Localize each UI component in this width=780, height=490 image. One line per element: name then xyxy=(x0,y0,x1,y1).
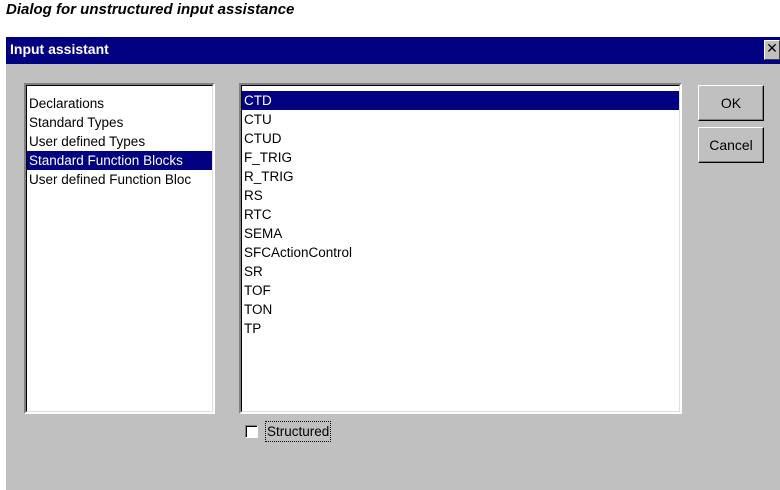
function-block-list-item[interactable]: F_TRIG xyxy=(242,148,679,167)
dialog-title: Input assistant xyxy=(10,41,109,57)
category-list-item[interactable]: User defined Types xyxy=(27,132,212,151)
function-block-list-item[interactable]: SR xyxy=(242,262,679,281)
function-block-list-item[interactable]: CTD xyxy=(242,91,679,110)
function-block-list-item[interactable]: TP xyxy=(242,319,679,338)
function-block-list-inner: CTD CTU CTUD F_TRIG R_TRIG RS RTC SEMA SFCAction… xyxy=(241,85,680,412)
structured-label[interactable]: Structured xyxy=(264,421,332,442)
category-list-inner: Declarations Standard Types User defined T… xyxy=(26,85,213,412)
title-bar: Input assistant ✕ xyxy=(6,37,780,64)
close-icon[interactable]: ✕ xyxy=(764,40,780,60)
input-assistant-dialog: Input assistant ✕ Declarations Standard T… xyxy=(6,37,780,490)
function-block-list-item[interactable]: R_TRIG xyxy=(242,167,679,186)
ok-button[interactable]: OK xyxy=(698,85,764,121)
function-block-list-item[interactable]: TOF xyxy=(242,281,679,300)
category-list-item[interactable]: User defined Function Bloc xyxy=(27,170,212,189)
function-block-list-item[interactable]: TON xyxy=(242,300,679,319)
structured-checkbox[interactable] xyxy=(245,425,258,438)
category-list[interactable]: Declarations Standard Types User defined T… xyxy=(24,83,215,414)
function-block-list-item[interactable]: SEMA xyxy=(242,224,679,243)
function-block-list-item[interactable]: SFCActionControl xyxy=(242,243,679,262)
function-block-list[interactable]: CTD CTU CTUD F_TRIG R_TRIG RS RTC SEMA SFCAction… xyxy=(239,83,682,414)
cancel-button[interactable]: Cancel xyxy=(698,127,764,163)
function-block-list-item[interactable]: CTU xyxy=(242,110,679,129)
function-block-list-item[interactable]: RTC xyxy=(242,205,679,224)
category-list-item[interactable]: Declarations xyxy=(27,94,212,113)
function-block-list-item[interactable]: RS xyxy=(242,186,679,205)
category-list-item[interactable]: Standard Function Blocks xyxy=(27,151,212,170)
figure-caption: Dialog for unstructured input assistance xyxy=(6,1,295,18)
category-list-item[interactable]: Standard Types xyxy=(27,113,212,132)
function-block-list-item[interactable]: CTUD xyxy=(242,129,679,148)
